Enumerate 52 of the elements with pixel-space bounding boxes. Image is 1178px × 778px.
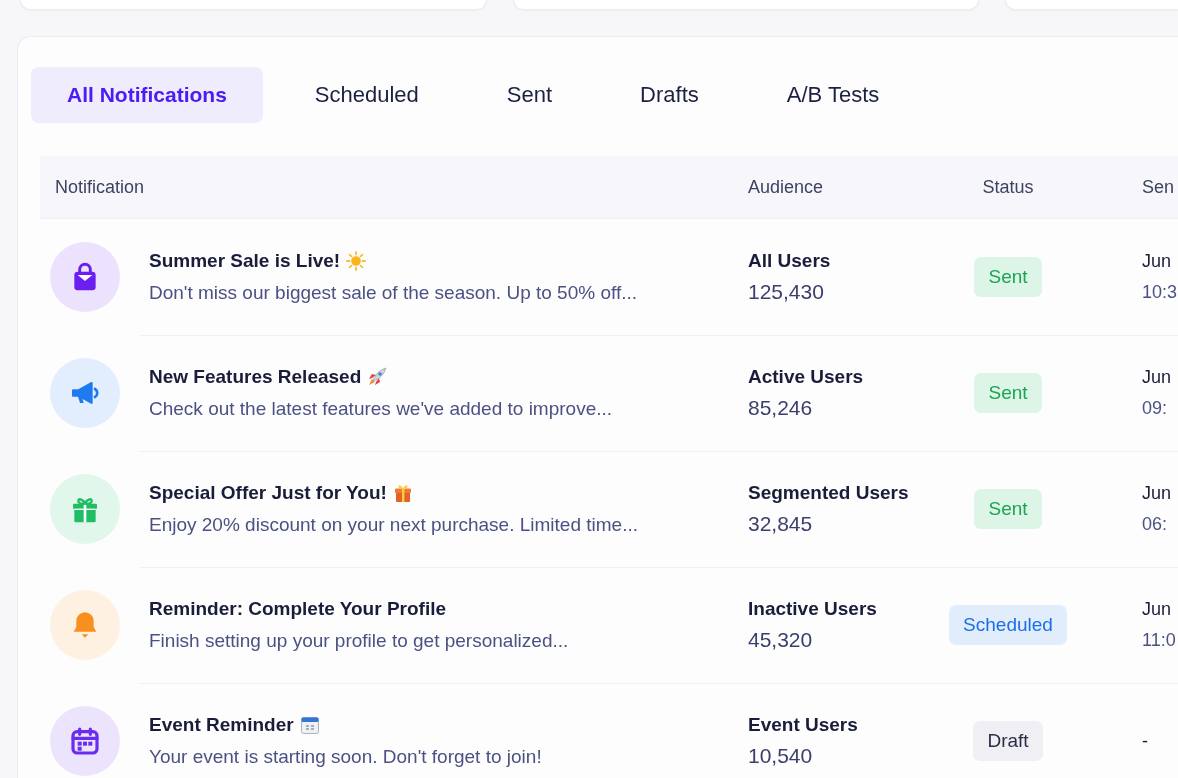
tab[interactable]: Sent — [470, 67, 589, 123]
audience-count: 45,320 — [748, 628, 813, 652]
tab[interactable]: Scheduled — [278, 67, 455, 123]
audience-name: Event Users — [748, 714, 858, 736]
rocket-icon — [367, 367, 388, 387]
shopping-bag-icon — [50, 242, 120, 312]
notification-title: Summer Sale is Live! — [149, 250, 341, 272]
bell-icon — [50, 590, 120, 660]
audience-name: Inactive Users — [748, 598, 877, 620]
status-badge: Sent — [974, 489, 1042, 529]
audience-count: 10,540 — [748, 744, 813, 768]
audience-name: All Users — [748, 250, 831, 272]
sun-icon — [346, 251, 367, 271]
audience-count: 32,845 — [748, 512, 813, 536]
audience-count: 85,246 — [748, 396, 813, 420]
column-header: Notification — [54, 176, 145, 198]
column-header: Status — [982, 176, 1034, 198]
column-header: Audience — [748, 176, 825, 198]
sent-time: 06: — [1142, 514, 1168, 535]
notification-description: Don't miss our biggest sale of the season. Up to 50% off... — [149, 282, 639, 304]
status-badge: Sent — [974, 373, 1042, 413]
notification-description: Enjoy 20% discount on your next purchase. Limited time... — [149, 514, 639, 536]
tab[interactable]: Drafts — [604, 67, 735, 123]
status-badge: Scheduled — [949, 605, 1067, 645]
notification-description: Your event is starting soon. Don't forget to join! — [149, 746, 543, 768]
megaphone-icon — [50, 358, 120, 428]
gift-icon — [392, 483, 413, 503]
notification-title: Event Reminder — [149, 714, 294, 736]
tab[interactable]: A/B Tests — [750, 67, 916, 123]
notification-description: Check out the latest features we've added to improve... — [149, 398, 614, 420]
sent-date: - — [1142, 730, 1148, 752]
sent-date: Jun — [1142, 483, 1172, 504]
status-badge: Sent — [974, 257, 1042, 297]
notification-title: Reminder: Complete Your Profile — [149, 598, 446, 620]
audience-count: 125,430 — [748, 280, 824, 304]
sent-time: 10:3 — [1142, 282, 1178, 303]
gift-icon — [50, 474, 120, 544]
audience-name: Segmented Users — [748, 482, 909, 504]
status-badge: Draft — [973, 721, 1043, 761]
column-header: Sen — [1142, 176, 1175, 198]
calendar-icon — [299, 715, 320, 735]
sent-date: Jun — [1142, 599, 1172, 620]
tab[interactable]: All Notifications — [31, 67, 263, 123]
sent-date: Jun — [1142, 367, 1172, 388]
notification-title: New Features Released — [149, 366, 362, 388]
calendar-icon — [50, 706, 120, 776]
sent-time: 11:0 — [1142, 630, 1176, 651]
audience-name: Active Users — [748, 366, 864, 388]
sent-time: 09: — [1142, 398, 1168, 419]
notification-title: Special Offer Just for You! — [149, 482, 387, 504]
notification-description: Finish setting up your profile to get personalized... — [149, 630, 570, 652]
sent-date: Jun — [1142, 251, 1172, 272]
